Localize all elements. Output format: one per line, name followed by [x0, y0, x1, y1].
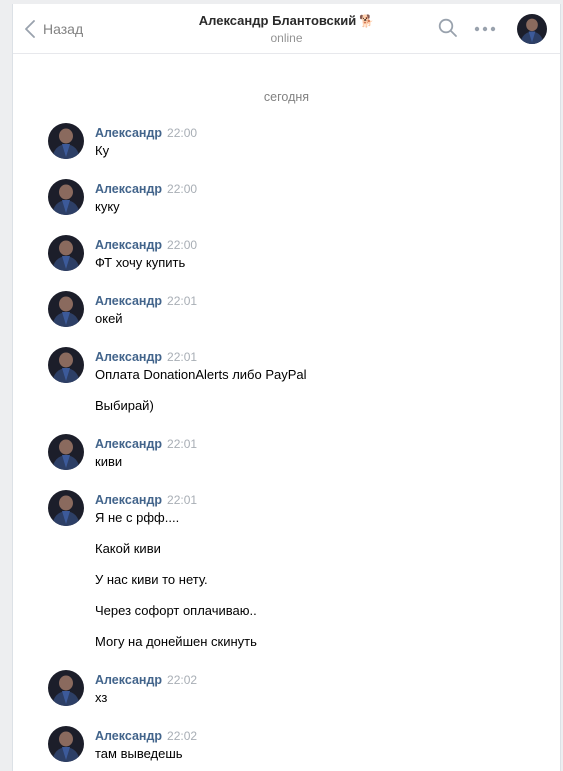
message-text: окей	[95, 311, 123, 326]
avatar[interactable]	[48, 347, 84, 383]
message-text: хз	[95, 690, 108, 705]
header-avatar[interactable]	[517, 14, 547, 44]
message-body: киви	[95, 454, 122, 485]
avatar-image	[48, 235, 84, 271]
more-actions-button[interactable]	[474, 22, 496, 39]
avatar[interactable]	[48, 434, 84, 470]
message-header: Александр 22:00	[95, 181, 197, 196]
avatar[interactable]	[48, 490, 84, 526]
search-button[interactable]	[438, 18, 458, 41]
message-text: Я не с рфф....	[95, 510, 180, 525]
author-name[interactable]: Александр	[95, 493, 162, 507]
message-time[interactable]: 22:01	[167, 350, 197, 364]
message-text: Могу на донейшен скинуть	[95, 634, 257, 649]
avatar[interactable]	[48, 726, 84, 762]
avatar[interactable]	[48, 179, 84, 215]
avatar-image	[48, 179, 84, 215]
avatar-image	[48, 291, 84, 327]
message-header: Александр 22:00	[95, 237, 197, 252]
avatar-image	[48, 347, 84, 383]
back-label: Назад	[43, 21, 84, 37]
author-name[interactable]: Александр	[95, 126, 162, 140]
avatar-image	[517, 14, 547, 44]
chevron-left-icon	[25, 20, 35, 38]
message-time[interactable]: 22:01	[167, 294, 197, 308]
message-header: Александр 22:01	[95, 293, 197, 308]
chat-panel: Назад Александр Блантовский 🐕 online сег…	[12, 4, 561, 771]
message-header: Александр 22:01	[95, 349, 197, 364]
author-name[interactable]: Александр	[95, 350, 162, 364]
avatar-image	[48, 123, 84, 159]
avatar[interactable]	[48, 670, 84, 706]
online-status: online	[270, 31, 303, 45]
message-text: Через софорт оплачиваю..	[95, 603, 257, 618]
back-button[interactable]: Назад	[25, 18, 83, 40]
message-time[interactable]: 22:01	[167, 437, 197, 451]
date-separator: сегодня	[263, 90, 310, 104]
chat-title-block[interactable]: Александр Блантовский 🐕 online	[163, 13, 410, 45]
message-text: куку	[95, 199, 120, 214]
avatar[interactable]	[48, 235, 84, 271]
message-body: ФТ хочу купить	[95, 255, 185, 286]
avatar[interactable]	[48, 123, 84, 159]
message-text: Ку	[95, 143, 110, 158]
avatar-image	[48, 670, 84, 706]
author-name[interactable]: Александр	[95, 673, 162, 687]
message-time[interactable]: 22:02	[167, 729, 197, 743]
avatar-image	[48, 434, 84, 470]
message-text: У нас киви то нету.	[95, 572, 208, 587]
author-name[interactable]: Александр	[95, 294, 162, 308]
message-time[interactable]: 22:00	[167, 182, 197, 196]
message-body: там выведешь	[95, 746, 183, 771]
message-text: там выведешь	[95, 746, 183, 761]
chat-header: Назад Александр Блантовский 🐕 online	[13, 4, 560, 54]
message-body: Ку	[95, 143, 109, 174]
more-icon	[474, 26, 496, 32]
author-name[interactable]: Александр	[95, 238, 162, 252]
message-time[interactable]: 22:01	[167, 493, 197, 507]
message-body: хз	[95, 690, 107, 721]
message-header: Александр 22:01	[95, 492, 197, 507]
message-time[interactable]: 22:02	[167, 673, 197, 687]
message-time[interactable]: 22:00	[167, 126, 197, 140]
avatar[interactable]	[48, 291, 84, 327]
message-body: окей	[95, 311, 123, 342]
message-text: ФТ хочу купить	[95, 255, 186, 270]
search-icon	[438, 18, 457, 37]
avatar-image	[48, 726, 84, 762]
author-name[interactable]: Александр	[95, 437, 162, 451]
message-header: Александр 22:02	[95, 728, 197, 743]
message-time[interactable]: 22:00	[167, 238, 197, 252]
author-name[interactable]: Александр	[95, 729, 162, 743]
message-text: Оплата DonationAlerts либо PayPal	[95, 367, 307, 382]
avatar-image	[48, 490, 84, 526]
author-name[interactable]: Александр	[95, 182, 162, 196]
message-body: Я не с рфф.... Какой киви У нас киви то не…	[95, 510, 257, 665]
message-text: киви	[95, 454, 123, 469]
message-text: Выбирай)	[95, 398, 154, 413]
message-header: Александр 22:02	[95, 672, 197, 687]
chat-title: Александр Блантовский	[198, 13, 357, 28]
message-body: куку	[95, 199, 120, 230]
message-header: Александр 22:01	[95, 436, 197, 451]
message-body: Оплата DonationAlerts либо PayPal Выбирай…	[95, 367, 307, 429]
dog-emoji-icon: 🐕	[359, 14, 375, 28]
message-text: Какой киви	[95, 541, 161, 556]
message-header: Александр 22:00	[95, 125, 197, 140]
